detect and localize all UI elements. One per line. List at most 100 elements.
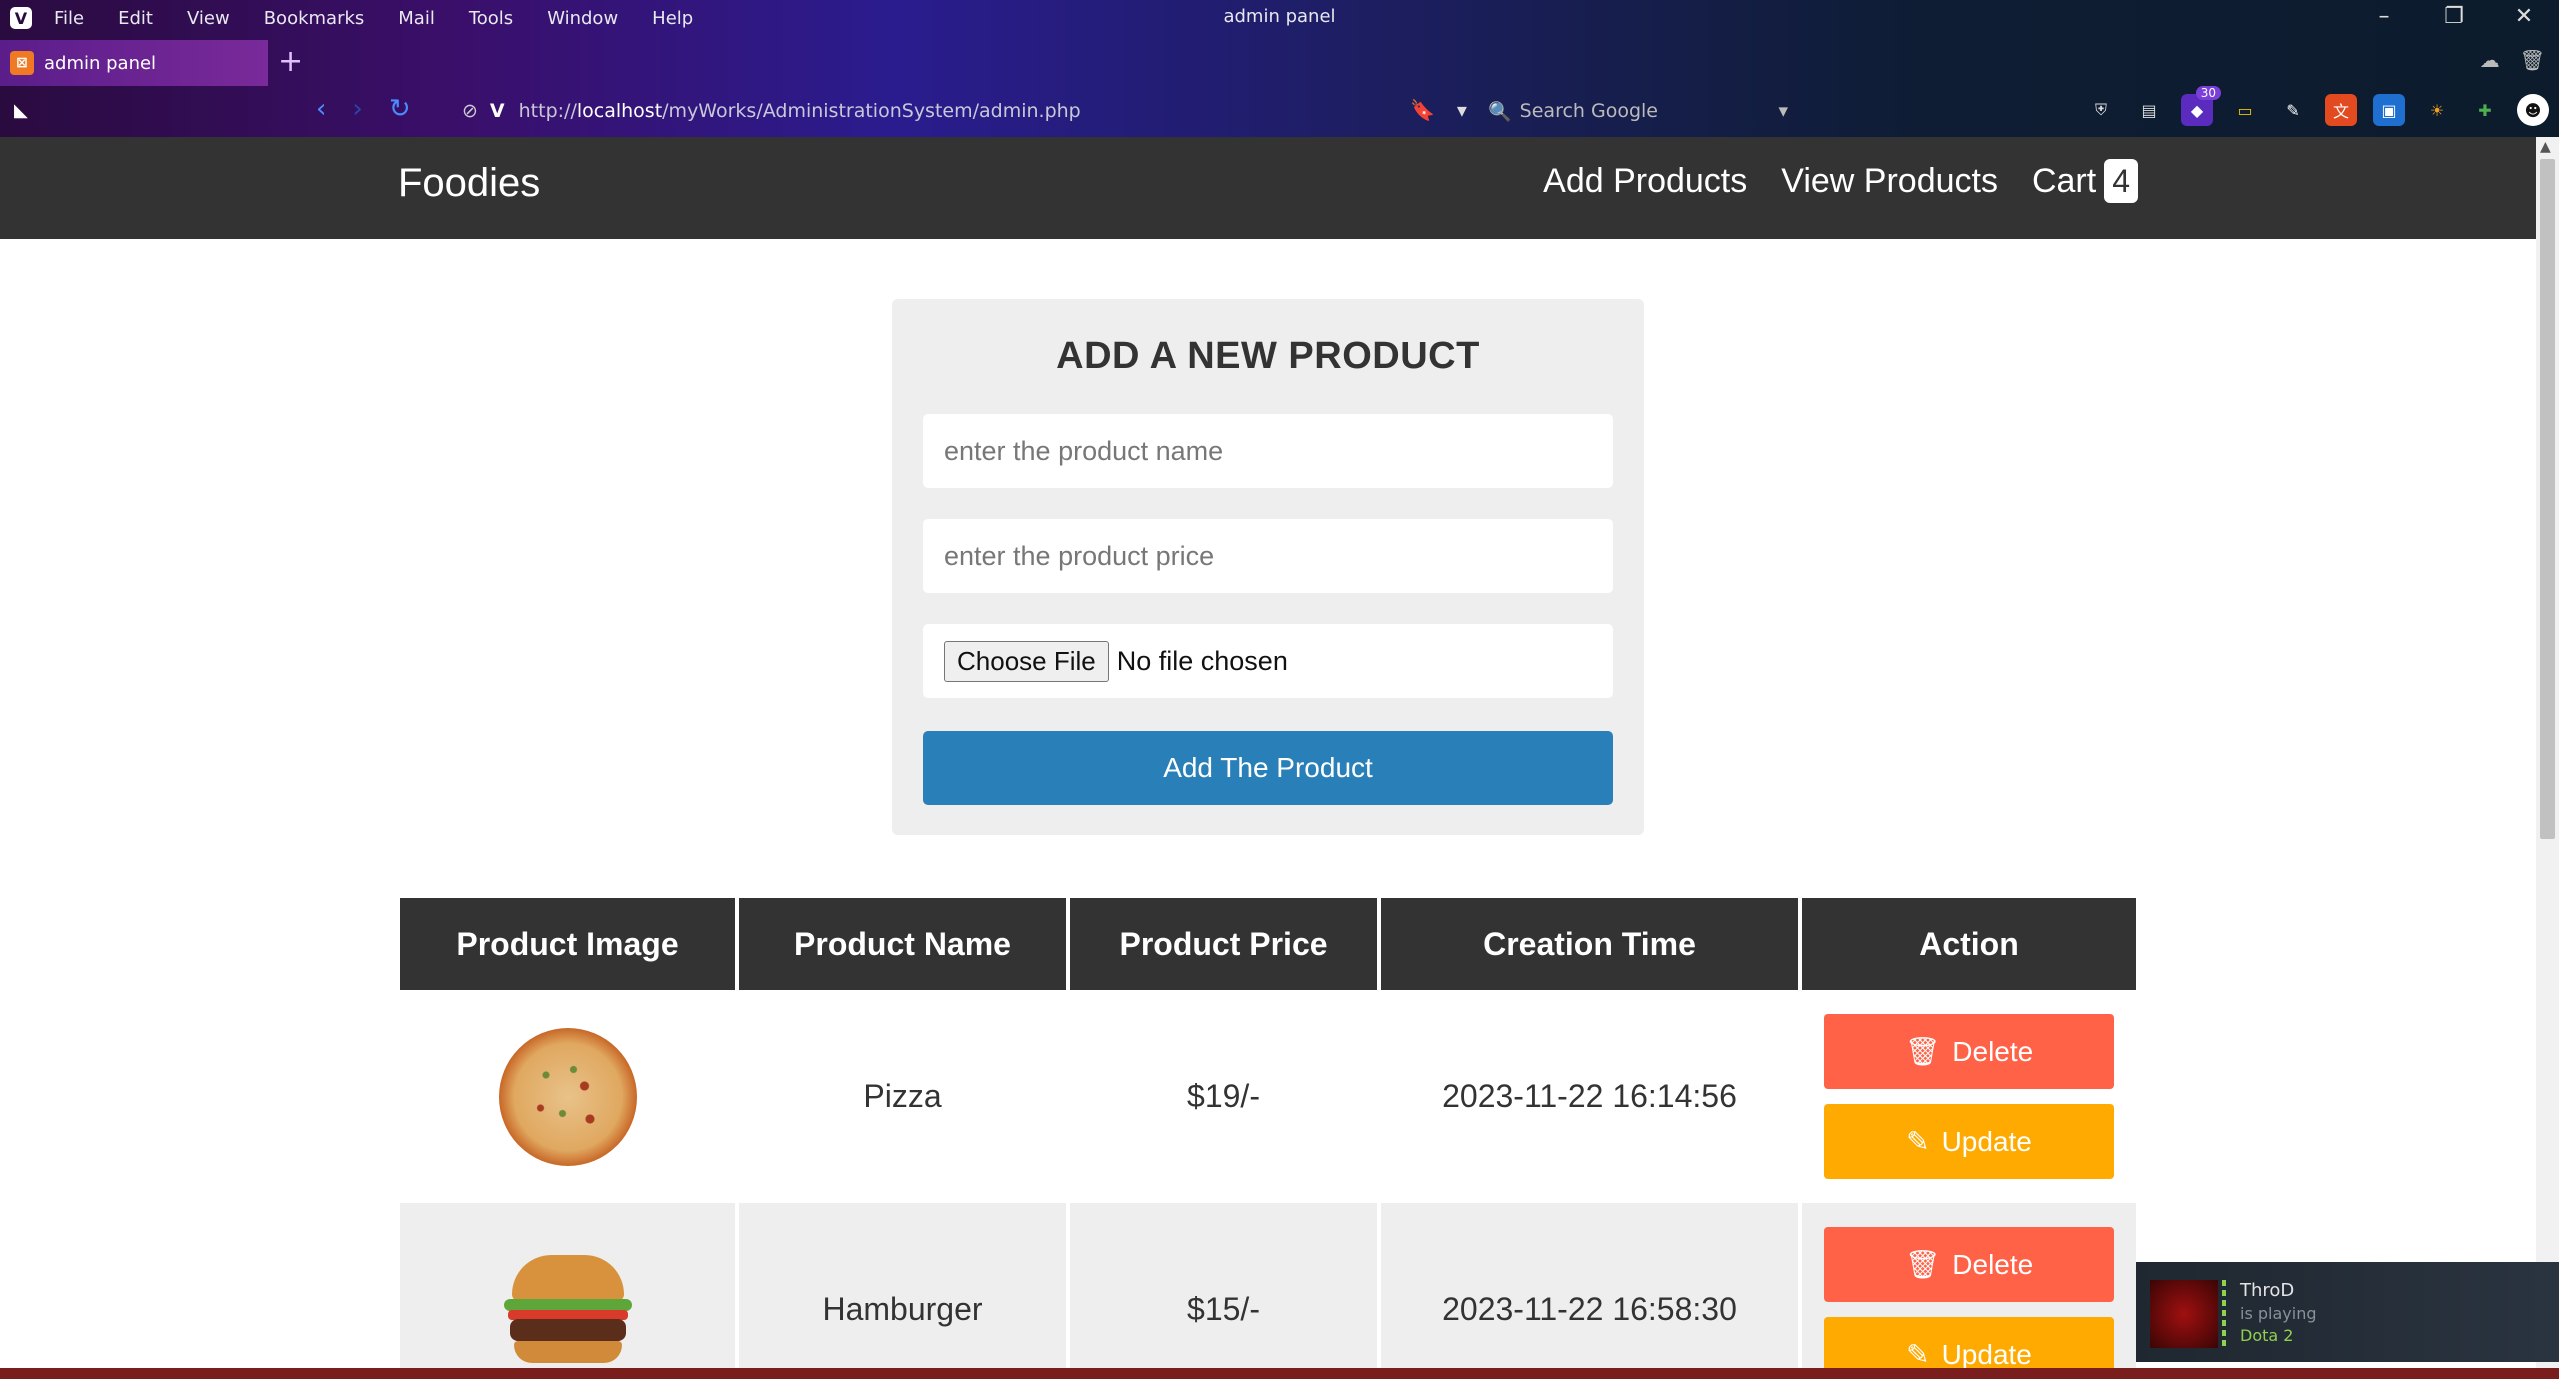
menu-edit[interactable]: Edit bbox=[118, 8, 153, 29]
puzzle-extension-icon[interactable]: ✚ bbox=[2469, 94, 2501, 126]
panel-toggle-icon[interactable]: ◣ bbox=[14, 100, 36, 121]
url-path: /myWorks/AdministrationSystem/admin.php bbox=[662, 100, 1081, 122]
trash-icon[interactable]: 🗑 bbox=[2520, 48, 2545, 72]
delete-button[interactable]: 🗑 Delete bbox=[1824, 1227, 2114, 1302]
window-controls: – ❐ ✕ bbox=[2349, 4, 2559, 29]
products-table: Product Image Product Name Product Price… bbox=[400, 898, 2136, 1368]
site-nav: Add Products View Products Cart 4 bbox=[1543, 159, 2138, 203]
edit-icon: ✎ bbox=[1906, 1126, 1930, 1157]
menu-help[interactable]: Help bbox=[652, 8, 693, 29]
search-field[interactable]: 🔍 Search Google ▾ bbox=[1488, 94, 1788, 128]
product-image-cell bbox=[400, 990, 739, 1203]
form-title: ADD A NEW PRODUCT bbox=[1056, 335, 1480, 377]
menu-tools[interactable]: Tools bbox=[469, 8, 513, 29]
color-picker-icon[interactable]: ✎ bbox=[2277, 94, 2309, 126]
add-product-form: ADD A NEW PRODUCT enter the product name… bbox=[892, 299, 1644, 835]
scroll-thumb[interactable] bbox=[2540, 159, 2555, 839]
taskbar-strip bbox=[0, 1368, 2559, 1379]
url-actions: 🔖 ▾ bbox=[1410, 98, 1467, 122]
update-label: Update bbox=[1941, 1338, 2032, 1369]
table-row: Pizza $19/- 2023-11-22 16:14:56 🗑 Delete … bbox=[400, 990, 2136, 1203]
minimize-icon[interactable]: – bbox=[2349, 4, 2419, 29]
choose-file-button[interactable]: Choose File bbox=[944, 640, 1109, 682]
product-image-file-input[interactable]: Choose File No file chosen bbox=[923, 624, 1613, 698]
product-price-input[interactable]: enter the product price bbox=[923, 519, 1613, 593]
vivaldi-menu-icon[interactable]: V bbox=[10, 7, 32, 29]
product-image-cell bbox=[400, 1203, 739, 1368]
site-info-icon[interactable]: V bbox=[490, 100, 505, 122]
shield-extension-icon[interactable]: ⛨ bbox=[2085, 94, 2117, 126]
capture-icon[interactable]: ▣ bbox=[2373, 94, 2405, 126]
table-header: Product Image Product Name Product Price… bbox=[400, 898, 2136, 990]
url-dropdown-icon[interactable]: ▾ bbox=[1457, 98, 1467, 122]
url-field[interactable]: ⊘ V http://localhost/myWorks/Administrat… bbox=[462, 94, 1442, 128]
delete-button[interactable]: 🗑 Delete bbox=[1824, 1014, 2114, 1089]
update-button[interactable]: ✎ Update bbox=[1824, 1104, 2114, 1179]
url-host: localhost bbox=[576, 100, 663, 122]
url-prefix: http:// bbox=[518, 100, 577, 122]
tab-admin-panel[interactable]: ⊠ admin panel bbox=[0, 40, 268, 86]
page-scrollbar[interactable]: ▲ bbox=[2536, 137, 2559, 1368]
file-status: No file chosen bbox=[1116, 645, 1288, 676]
forward-icon[interactable]: › bbox=[352, 94, 362, 124]
browser-chrome: V File Edit View Bookmarks Mail Tools Wi… bbox=[0, 0, 2559, 137]
creation-time-cell: 2023-11-22 16:58:30 bbox=[1381, 1203, 1802, 1368]
close-icon[interactable]: ✕ bbox=[2489, 4, 2559, 29]
steam-notification[interactable]: ThroD is playing Dota 2 bbox=[2136, 1262, 2559, 1362]
search-icon: 🔍 bbox=[1488, 100, 1512, 123]
reload-icon[interactable]: ↻ bbox=[389, 94, 411, 124]
navigation-buttons: ‹ › ↻ bbox=[316, 94, 411, 124]
steam-status-text: is playing bbox=[2240, 1304, 2317, 1323]
steam-avatar bbox=[2150, 1280, 2218, 1348]
new-tab-icon[interactable]: + bbox=[278, 44, 303, 79]
menu-window[interactable]: Window bbox=[547, 8, 618, 29]
header-product-name: Product Name bbox=[739, 898, 1070, 990]
header-creation-time: Creation Time bbox=[1381, 898, 1802, 990]
search-engine-dropdown-icon[interactable]: ▾ bbox=[1778, 100, 1788, 122]
header-product-price: Product Price bbox=[1070, 898, 1381, 990]
menu-file[interactable]: File bbox=[54, 8, 84, 29]
site-header: Foodies Add Products View Products Cart 4 bbox=[0, 137, 2536, 239]
delete-label: Delete bbox=[1952, 1035, 2034, 1067]
creation-time-cell: 2023-11-22 16:14:56 bbox=[1381, 990, 1802, 1203]
menu-bar: V File Edit View Bookmarks Mail Tools Wi… bbox=[0, 0, 2559, 36]
pizza-image bbox=[498, 1027, 637, 1166]
search-placeholder: Search Google bbox=[1519, 100, 1658, 122]
extension-badge-count: 30 bbox=[2195, 86, 2221, 100]
tab-bar-right: ☁ 🗑 bbox=[2480, 48, 2545, 72]
product-name-cell: Hamburger bbox=[739, 1203, 1070, 1368]
menu-view[interactable]: View bbox=[187, 8, 230, 29]
hamburger-image bbox=[498, 1254, 638, 1365]
scroll-up-icon[interactable]: ▲ bbox=[2540, 139, 2551, 155]
address-bar: ◣ ‹ › ↻ ⊘ V http://localhost/myWorks/Adm… bbox=[0, 86, 2559, 137]
nav-cart[interactable]: Cart 4 bbox=[2032, 159, 2138, 203]
nav-view-products[interactable]: View Products bbox=[1781, 162, 1998, 201]
tracker-shield-icon[interactable]: ⊘ bbox=[462, 100, 478, 122]
site-brand[interactable]: Foodies bbox=[398, 161, 540, 206]
cast-icon[interactable]: ▭ bbox=[2229, 94, 2261, 126]
profile-avatar-icon[interactable]: ☻ bbox=[2517, 94, 2549, 126]
header-product-image: Product Image bbox=[400, 898, 739, 990]
cart-count-badge: 4 bbox=[2104, 159, 2138, 203]
translate-icon[interactable]: 文 bbox=[2325, 94, 2357, 126]
extensions: ⛨ ▤ ◆ 30 ▭ ✎ 文 ▣ ☀ ✚ ☻ bbox=[2085, 86, 2549, 126]
menu-mail[interactable]: Mail bbox=[398, 8, 435, 29]
web-page: Foodies Add Products View Products Cart 4… bbox=[0, 137, 2536, 1368]
steam-online-indicator bbox=[2222, 1280, 2226, 1348]
trash-icon: 🗑 bbox=[1904, 1036, 1941, 1067]
nav-add-products[interactable]: Add Products bbox=[1543, 162, 1747, 201]
cloud-sync-icon[interactable]: ☁ bbox=[2480, 48, 2500, 72]
reader-icon[interactable]: ▤ bbox=[2133, 94, 2165, 126]
extension-badge-icon[interactable]: ◆ 30 bbox=[2181, 86, 2221, 126]
product-price-cell: $15/- bbox=[1070, 1203, 1381, 1368]
add-product-button[interactable]: Add The Product bbox=[923, 731, 1613, 805]
restore-icon[interactable]: ❐ bbox=[2419, 4, 2489, 29]
bookmark-icon[interactable]: 🔖 bbox=[1410, 98, 1435, 122]
update-button[interactable]: ✎ Update bbox=[1824, 1317, 2114, 1368]
product-name-input[interactable]: enter the product name bbox=[923, 414, 1613, 488]
xampp-favicon-icon: ⊠ bbox=[10, 51, 34, 75]
back-icon[interactable]: ‹ bbox=[316, 94, 326, 124]
weather-icon[interactable]: ☀ bbox=[2421, 94, 2453, 126]
nav-cart-label: Cart bbox=[2031, 162, 2097, 200]
menu-bookmarks[interactable]: Bookmarks bbox=[264, 8, 365, 29]
